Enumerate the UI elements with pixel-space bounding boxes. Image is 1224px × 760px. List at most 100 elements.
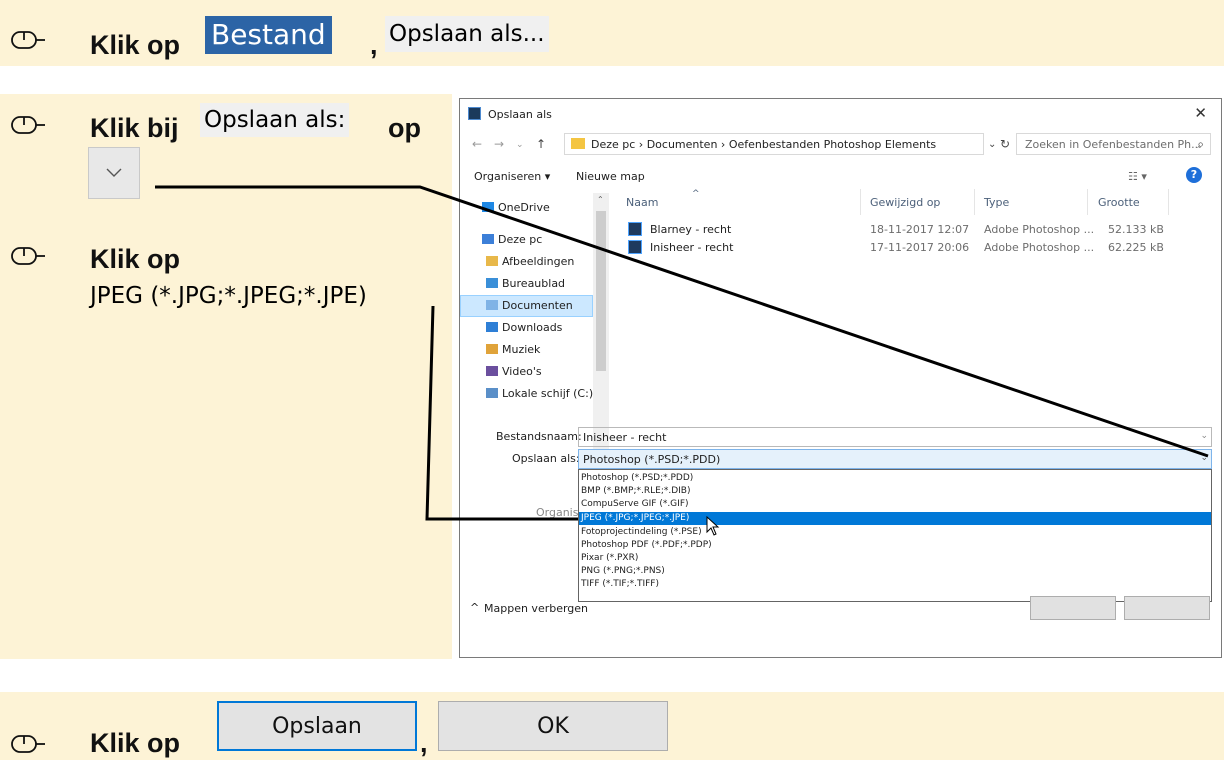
column-divider[interactable] [1087,189,1088,215]
jpeg-option-text: JPEG (*.JPG;*.JPEG;*.JPE) [90,283,367,309]
address-bar[interactable]: Deze pc › Documenten › Oefenbestanden Ph… [564,133,984,155]
file-name: Inisheer - recht [650,241,734,254]
step2-prefix: Klik bij [90,113,179,143]
mouse-click-icon [11,116,45,134]
dropdown-option[interactable]: PNG (*.PNG;*.PNS) [579,565,1211,578]
organize-button[interactable]: Organiseren ▾ [474,170,550,183]
savetype-dropdown: Photoshop (*.PSD;*.PDD) BMP (*.BMP;*.RLE… [578,469,1212,602]
column-divider[interactable] [974,189,975,215]
forward-arrow-icon[interactable]: → [494,137,504,151]
chevron-down-icon[interactable]: ⌄ [1200,453,1208,463]
back-arrow-icon[interactable]: ← [472,137,482,151]
column-divider[interactable] [1168,189,1169,215]
savetype-select[interactable]: Photoshop (*.PSD;*.PDD) ⌄ [578,449,1212,469]
chevron-down-icon [106,168,122,177]
sidebar-item-this-pc[interactable]: Deze pc [460,229,608,251]
mouse-click-icon [11,247,45,265]
dropdown-chevron-button[interactable] [88,147,140,199]
dialog-cancel-button-partial[interactable] [1124,596,1210,620]
history-chevron-icon[interactable]: ⌄ [516,140,524,150]
up-arrow-icon[interactable]: ↑ [536,137,546,151]
hide-folders-button[interactable]: Mappen verbergen [484,602,588,615]
column-name[interactable]: Naam [626,196,658,209]
dropdown-option[interactable]: Photoshop PDF (*.PDF;*.PDP) [579,539,1211,552]
step3-prefix: Klik op [90,244,181,274]
file-size: 52.133 kB [1108,223,1164,236]
sidebar-item-label: Bureaublad [502,277,566,290]
file-type: Adobe Photoshop ... [984,223,1095,236]
step1-prefix: Klik op [90,30,181,60]
save-as-menu-item[interactable]: Opslaan als... [385,16,549,52]
close-icon[interactable]: ✕ [1194,104,1207,122]
search-placeholder: Zoeken in Oefenbestanden Ph... [1025,138,1202,151]
sidebar-item-downloads[interactable]: Downloads [460,317,608,339]
file-modified: 17-11-2017 20:06 [870,241,970,254]
documents-folder-icon [486,300,498,310]
savetype-label: Opslaan als: [512,452,580,465]
dialog-title: Opslaan als [488,108,552,121]
help-icon[interactable]: ? [1186,167,1202,183]
music-folder-icon [486,344,498,354]
dropdown-option[interactable]: CompuServe GIF (*.GIF) [579,498,1211,511]
desktop-folder-icon [486,278,498,288]
chevron-down-icon[interactable]: ⌄ [1200,431,1208,441]
sidebar-scroll-thumb[interactable] [596,211,606,371]
column-size[interactable]: Grootte [1098,196,1140,209]
new-folder-button[interactable]: Nieuwe map [576,170,645,183]
scroll-up-icon[interactable]: ⌃ [597,195,604,204]
dialog-save-button-partial[interactable] [1030,596,1116,620]
sidebar-item-documents[interactable]: Documenten [460,295,593,317]
filename-input[interactable]: Inisheer - recht ⌄ [578,427,1212,447]
dropdown-option[interactable]: Photoshop (*.PSD;*.PDD) [579,472,1211,485]
step2-suffix: op [388,113,421,143]
ok-button[interactable]: OK [438,701,668,751]
search-box[interactable]: Zoeken in Oefenbestanden Ph... ⌕ [1016,133,1211,155]
sidebar-item-music[interactable]: Muziek [460,339,608,361]
sidebar-item-label: Deze pc [498,233,543,246]
dropdown-option-selected[interactable]: JPEG (*.JPG;*.JPEG;*.JPE) [579,512,1211,525]
file-row[interactable]: Inisheer - recht 17-11-2017 20:06 Adobe … [612,238,1221,258]
sidebar-item-label: Lokale schijf (C:) [502,387,594,400]
pictures-folder-icon [486,256,498,266]
save-button[interactable]: Opslaan [217,701,417,751]
sidebar-item-pictures[interactable]: Afbeeldingen [460,251,608,273]
sidebar-item-label: Downloads [502,321,563,334]
mouse-click-icon [11,735,45,753]
chevron-up-icon[interactable]: ^ [470,601,479,614]
sidebar-item-onedrive[interactable]: OneDrive [460,197,608,219]
sidebar-item-local-disk[interactable]: Lokale schijf (C:) [460,383,608,405]
navigation-row: ← → ⌄ ↑ Deze pc › Documenten › Oefenbest… [460,132,1221,158]
bestand-menu-button[interactable]: Bestand [205,16,332,54]
folder-icon [571,138,585,149]
column-divider[interactable] [860,189,861,215]
address-dropdown-icon[interactable]: ⌄ [988,139,996,150]
sidebar-item-videos[interactable]: Video's [460,361,608,383]
filename-label: Bestandsnaam: [496,430,582,443]
instruction-band-1 [0,0,1224,66]
dropdown-option[interactable]: BMP (*.BMP;*.RLE;*.DIB) [579,485,1211,498]
mouse-click-icon [11,31,45,49]
sort-indicator-icon: ^ [692,189,700,199]
column-modified[interactable]: Gewijzigd op [870,196,940,209]
psd-file-icon [628,240,642,254]
psd-file-icon [628,222,642,236]
step4-prefix: Klik op [90,728,181,758]
sidebar-item-label: Muziek [502,343,541,356]
dropdown-option[interactable]: Fotoprojectindeling (*.PSE) [579,526,1211,539]
mouse-cursor-icon [706,516,720,536]
refresh-icon[interactable]: ↻ [1000,137,1010,151]
view-options-icon[interactable]: ☷ ▾ [1128,170,1147,183]
sidebar-item-label: OneDrive [498,201,550,214]
videos-folder-icon [486,366,498,376]
downloads-folder-icon [486,322,498,332]
sidebar-item-label: Afbeeldingen [502,255,575,268]
sidebar-item-label: Video's [502,365,542,378]
save-as-type-label: Opslaan als: [200,103,350,137]
dropdown-option[interactable]: TIFF (*.TIF;*.TIFF) [579,578,1211,591]
dropdown-option[interactable]: Pixar (*.PXR) [579,552,1211,565]
step4-separator: , [420,728,428,758]
sidebar-item-desktop[interactable]: Bureaublad [460,273,608,295]
file-row[interactable]: Blarney - recht 18-11-2017 12:07 Adobe P… [612,220,1221,240]
column-type[interactable]: Type [984,196,1009,209]
file-modified: 18-11-2017 12:07 [870,223,970,236]
